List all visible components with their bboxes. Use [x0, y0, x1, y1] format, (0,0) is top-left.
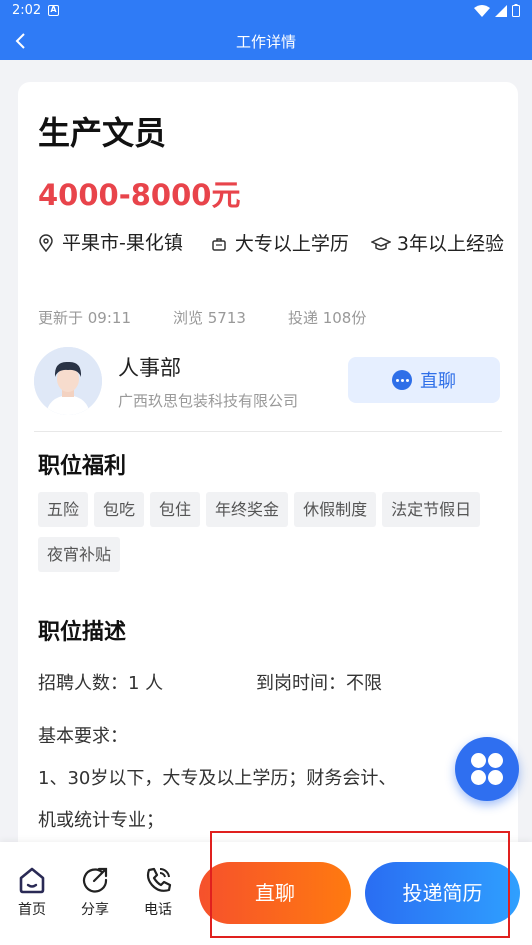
page-title: 工作详情 — [235, 33, 296, 51]
recruiter-name: 人事部 — [118, 356, 181, 380]
apply-resume-button[interactable]: 投递简历 — [365, 862, 520, 924]
company-name[interactable]: 广西玖思包装科技有限公司 — [118, 390, 298, 411]
chat-button[interactable]: 直聊 — [199, 862, 351, 924]
recruiter-chat-label: 直聊 — [420, 371, 456, 392]
requirement-line-1: 1、30岁以下，大专及以上学历；财务会计、 — [38, 768, 397, 789]
status-time: 2:02 — [12, 3, 42, 18]
wifi-icon — [474, 4, 490, 17]
education-text: 大专以上学历 — [234, 233, 349, 255]
home-icon — [19, 867, 45, 894]
recruiter-chat-button[interactable]: 直聊 — [348, 357, 500, 403]
location-pin-icon — [39, 234, 53, 252]
briefcase-icon — [212, 238, 226, 251]
graduation-cap-icon — [370, 237, 391, 251]
share-tab[interactable]: 分享 — [75, 866, 115, 919]
education-item: 大专以上学历 — [211, 229, 349, 259]
experience-item: 3年以上经验 — [370, 229, 505, 259]
description-title: 职位描述 — [38, 620, 127, 645]
benefit-tag: 夜宵补贴 — [38, 537, 121, 572]
job-salary: 4000-8000元 — [38, 178, 241, 212]
divider — [34, 431, 502, 432]
bottom-action-bar: 首页 分享 电话 直聊 投递简历 — [0, 842, 532, 945]
home-label: 首页 — [18, 902, 46, 918]
headcount-text: 招聘人数：1 人 — [38, 673, 164, 694]
location-item: 平果市-果化镇 — [38, 228, 183, 258]
job-meta: 平果市-果化镇 大专以上学历 3年以上经验 — [38, 228, 508, 261]
job-stats: 更新于 09:11 浏览 5713 投递 108份 — [38, 307, 366, 328]
recruiter-avatar — [34, 347, 102, 415]
notification-a-icon: A — [48, 5, 59, 16]
benefit-tag: 休假制度 — [294, 492, 377, 527]
apply-count: 投递 108份 — [287, 309, 367, 327]
phone-label: 电话 — [144, 902, 172, 918]
experience-text: 3年以上经验 — [396, 233, 505, 255]
benefit-tag: 法定节假日 — [382, 492, 481, 527]
share-label: 分享 — [81, 902, 109, 918]
benefit-tag: 包吃 — [94, 492, 145, 527]
benefits-title: 职位福利 — [38, 454, 127, 479]
share-icon — [82, 867, 108, 893]
location-text: 平果市-果化镇 — [62, 232, 183, 254]
benefit-tag: 包住 — [150, 492, 201, 527]
job-detail-card: 生产文员 4000-8000元 平果市-果化镇 大专以上学历 3年以上经验 更新… — [18, 82, 518, 882]
nav-bar: 工作详情 — [0, 22, 532, 60]
arrival-time-text: 到岗时间：不限 — [256, 673, 382, 694]
requirements-label: 基本要求： — [38, 726, 128, 747]
requirement-line-2: 机或统计专业； — [38, 810, 164, 831]
benefit-tag: 五险 — [38, 492, 89, 527]
phone-icon — [146, 867, 172, 892]
battery-icon — [512, 4, 520, 17]
view-count: 浏览 5713 — [173, 309, 246, 327]
chat-bubble-icon — [392, 370, 412, 390]
updated-time: 更新于 09:11 — [38, 309, 131, 327]
recruiter-row: 人事部 广西玖思包装科技有限公司 直聊 — [34, 344, 504, 415]
benefit-tags: 五险 包吃 包住 年终奖金 休假制度 法定节假日 夜宵补贴 — [38, 492, 508, 572]
job-title: 生产文员 — [38, 114, 167, 152]
floating-menu-button[interactable] — [455, 737, 519, 801]
benefit-tag: 年终奖金 — [206, 492, 289, 527]
status-bar: 2:02 A — [0, 0, 532, 22]
signal-icon — [495, 4, 507, 17]
home-tab[interactable]: 首页 — [12, 866, 52, 919]
phone-tab[interactable]: 电话 — [138, 866, 178, 919]
